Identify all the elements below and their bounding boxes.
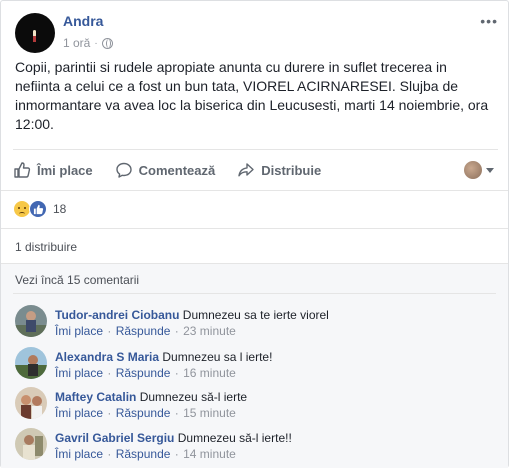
commenter-name[interactable]: Tudor-andrei Ciobanu — [55, 308, 179, 322]
comment-actions: Îmi place · Răspunde · 16 minute — [55, 365, 495, 381]
comment-like-link[interactable]: Îmi place — [55, 324, 103, 338]
comment-item: Tudor-andrei Ciobanu Dumnezeu sa te iert… — [15, 305, 495, 339]
commenter-name[interactable]: Maftey Catalin — [55, 390, 136, 404]
reaction-count: 18 — [53, 202, 67, 216]
meta-separator: · — [94, 37, 98, 49]
comment-text: Dumnezeu să-l ierte — [139, 390, 248, 404]
avatar-photo-icon — [15, 305, 47, 337]
commenter-avatar[interactable] — [15, 305, 47, 337]
separator: · — [174, 324, 179, 338]
share-label: Distribuie — [261, 162, 322, 178]
avatar-photo-icon — [15, 387, 47, 419]
caret-down-icon — [486, 167, 494, 173]
comment-reply-link[interactable]: Răspunde — [116, 447, 171, 461]
commenter-name[interactable]: Gavril Gabriel Sergiu — [55, 431, 174, 445]
comment-button[interactable]: Comentează — [115, 154, 216, 186]
avatar-photo-icon — [15, 347, 47, 379]
separator: · — [107, 447, 112, 461]
post-meta: 1 oră · — [63, 36, 113, 50]
comment-time[interactable]: 16 minute — [183, 366, 236, 380]
post-header: Andra 1 oră · ••• — [13, 11, 498, 53]
globe-icon[interactable] — [101, 37, 113, 49]
post-actions-bar: Îmi place Comentează Distribuie — [13, 154, 498, 186]
comment-reply-link[interactable]: Răspunde — [116, 324, 171, 338]
like-label: Îmi place — [37, 162, 93, 178]
comment-actions: Îmi place · Răspunde · 23 minute — [55, 323, 495, 339]
divider — [13, 149, 498, 150]
divider — [1, 190, 508, 191]
comment-like-link[interactable]: Îmi place — [55, 406, 103, 420]
post-card: Andra 1 oră · ••• Copii, parintii si rud… — [0, 0, 509, 468]
comment-reply-link[interactable]: Răspunde — [116, 366, 171, 380]
comment-body: Tudor-andrei Ciobanu Dumnezeu sa te iert… — [55, 307, 495, 339]
share-count-link[interactable]: 1 distribuire — [15, 240, 77, 254]
comment-label: Comentează — [138, 162, 216, 178]
comment-text: Dumnezeu sa l ierte! — [162, 350, 273, 364]
comment-text: Dumnezeu să-l ierte!! — [177, 431, 292, 445]
share-button[interactable]: Distribuie — [237, 154, 321, 186]
comment-time[interactable]: 23 minute — [183, 324, 236, 338]
like-button[interactable]: Îmi place — [13, 154, 93, 186]
comment-time[interactable]: 14 minute — [183, 447, 236, 461]
separator: · — [107, 366, 112, 380]
comment-item: Maftey Catalin Dumnezeu să-l ierte Îmi p… — [15, 387, 495, 421]
divider — [1, 228, 508, 229]
commenter-avatar[interactable] — [15, 428, 47, 460]
comment-body: Gavril Gabriel Sergiu Dumnezeu să-l iert… — [55, 430, 495, 462]
separator: · — [107, 406, 112, 420]
comment-like-link[interactable]: Îmi place — [55, 447, 103, 461]
comment-like-link[interactable]: Îmi place — [55, 366, 103, 380]
commenter-name[interactable]: Alexandra S Maria — [55, 350, 159, 364]
author-name[interactable]: Andra — [63, 13, 103, 29]
post-timestamp[interactable]: 1 oră — [63, 36, 90, 50]
share-arrow-icon — [238, 163, 254, 177]
separator: · — [107, 324, 112, 338]
user-avatar — [464, 161, 482, 179]
like-reaction-icon — [29, 200, 47, 218]
comment-actions: Îmi place · Răspunde · 14 minute — [55, 446, 495, 462]
audience-selector[interactable] — [464, 161, 494, 179]
commenter-avatar[interactable] — [15, 387, 47, 419]
comment-item: Gavril Gabriel Sergiu Dumnezeu să-l iert… — [15, 428, 495, 462]
more-options-icon[interactable]: ••• — [480, 13, 498, 29]
comment-text: Dumnezeu sa te ierte viorel — [182, 308, 329, 322]
separator: · — [174, 366, 179, 380]
comment-body: Maftey Catalin Dumnezeu să-l ierte Îmi p… — [55, 389, 495, 421]
author-avatar[interactable] — [15, 13, 55, 53]
separator: · — [174, 406, 179, 420]
comments-section: Vezi încă 15 comentarii Tudor-andrei Cio… — [1, 263, 508, 468]
comment-item: Alexandra S Maria Dumnezeu sa l ierte! Î… — [15, 347, 495, 381]
thumbs-up-icon — [14, 162, 31, 178]
separator: · — [174, 447, 179, 461]
comment-bubble-icon — [115, 162, 132, 178]
comment-time[interactable]: 15 minute — [183, 406, 236, 420]
divider — [13, 293, 496, 294]
view-more-comments-link[interactable]: Vezi încă 15 comentarii — [15, 273, 139, 287]
divider — [1, 263, 508, 264]
comment-actions: Îmi place · Răspunde · 15 minute — [55, 405, 495, 421]
avatar-photo-icon — [15, 428, 47, 460]
comment-reply-link[interactable]: Răspunde — [116, 406, 171, 420]
commenter-avatar[interactable] — [15, 347, 47, 379]
reactions-summary[interactable]: 18 — [13, 200, 66, 218]
candle-icon — [33, 36, 36, 42]
comment-body: Alexandra S Maria Dumnezeu sa l ierte! Î… — [55, 349, 495, 381]
post-text: Copii, parintii si rudele apropiate anun… — [15, 59, 489, 132]
